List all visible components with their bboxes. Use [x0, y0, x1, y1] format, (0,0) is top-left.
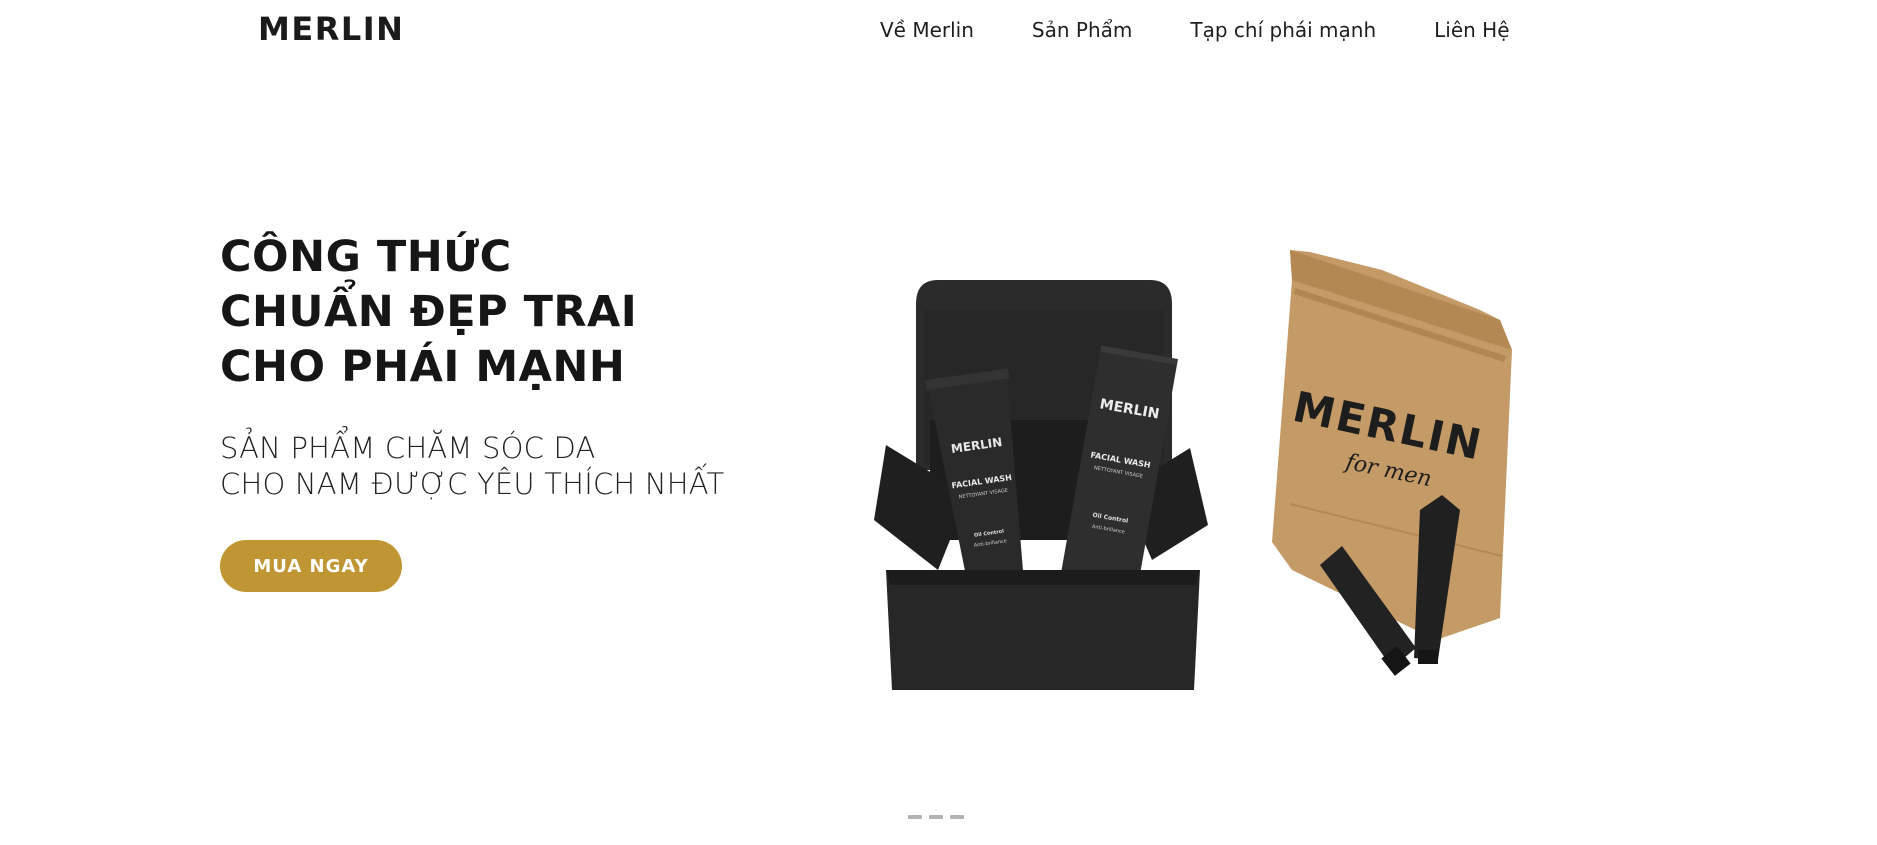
nav-item-magazine[interactable]: Tạp chí phái mạnh: [1190, 18, 1376, 42]
nav-item-about[interactable]: Về Merlin: [880, 18, 974, 42]
buy-now-button[interactable]: MUA NGAY: [220, 540, 402, 592]
kraft-bag: MERLIN for men: [1272, 250, 1512, 640]
hero-product-image: MERLIN FACIAL WASH NETTOYANT VISAGE Oil …: [874, 250, 1512, 690]
hero-title-line: CÔNG THỨC: [220, 232, 512, 282]
hero-subtitle-line: SẢN PHẨM CHĂM SÓC DA: [220, 431, 596, 465]
nav-item-products[interactable]: Sản Phẩm: [1032, 18, 1132, 42]
slider-dot[interactable]: [908, 815, 922, 819]
page: MERLIN Về Merlin Sản Phẩm Tạp chí phái m…: [0, 0, 1877, 845]
slider-dot[interactable]: [929, 815, 943, 819]
slider-dots: [908, 815, 964, 819]
hero-subtitle-line: CHO NAM ĐƯỢC YÊU THÍCH NHẤT: [220, 467, 725, 501]
main-nav: Về Merlin Sản Phẩm Tạp chí phái mạnh Liê…: [880, 18, 1510, 42]
hero-subtitle: SẢN PHẨM CHĂM SÓC DA CHO NAM ĐƯỢC YÊU TH…: [220, 430, 724, 502]
nav-item-contact[interactable]: Liên Hệ: [1434, 18, 1509, 42]
brand-logo[interactable]: MERLIN: [258, 10, 404, 48]
hero-title-line: CHUẨN ĐẸP TRAI: [220, 287, 638, 337]
gift-box: MERLIN FACIAL WASH NETTOYANT VISAGE Oil …: [874, 280, 1208, 690]
hero-title-line: CHO PHÁI MẠNH: [220, 342, 626, 392]
slider-dot[interactable]: [950, 815, 964, 819]
hero-title: CÔNG THỨC CHUẨN ĐẸP TRAI CHO PHÁI MẠNH: [220, 230, 637, 395]
